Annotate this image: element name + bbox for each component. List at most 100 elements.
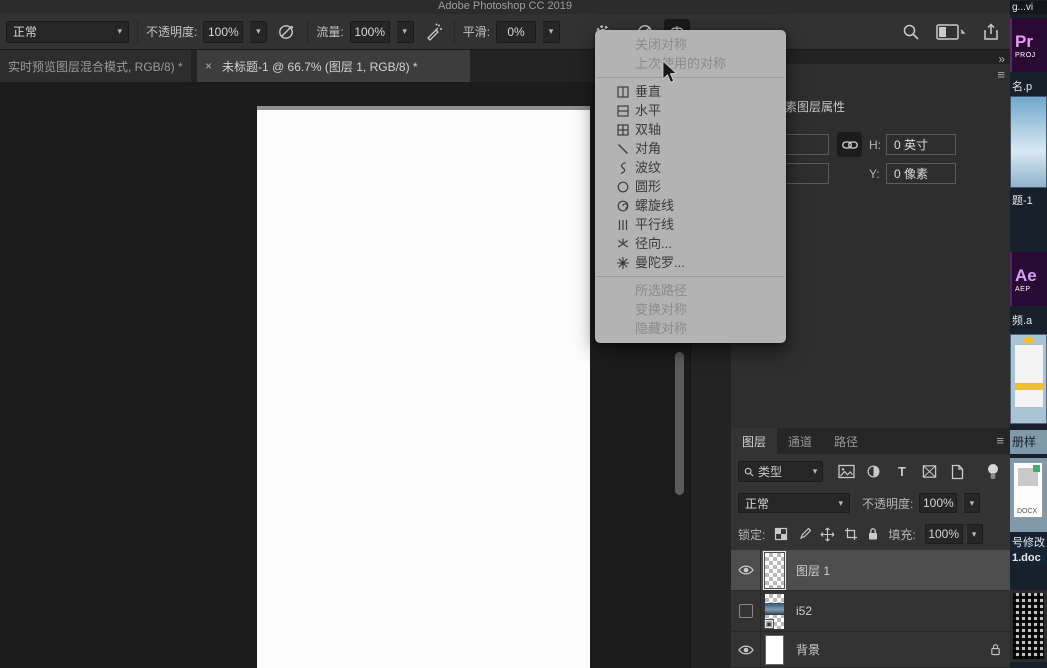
layer-visibility-toggle[interactable] [731,632,761,668]
menu-item-horizontal[interactable]: 水平 [595,101,786,120]
y-field[interactable]: 0 像素 [886,163,956,184]
smoothing-dropdown-button[interactable]: ▾ [542,21,560,43]
layer-blend-mode-select[interactable]: 正常 ▾ [738,493,850,513]
svg-text:T: T [898,464,906,479]
filter-type-layers-button[interactable]: T [891,461,913,482]
menu-item-selected-path: 所选路径 [595,281,786,300]
divider [307,20,308,44]
menu-item-label: 所选路径 [635,283,687,298]
layers-panel-menu-icon[interactable]: ≡ [989,428,1011,454]
flow-label: 流量: [316,23,343,40]
document-tab-label: 未标题-1 @ 66.7% (图层 1, RGB/8) * [222,58,418,75]
layer-fill-input[interactable]: 100% [925,524,963,544]
layers-lock-row: 锁定: 填充: [731,521,1011,547]
menu-item-radial[interactable]: 径向... [595,234,786,253]
workspace-icon [936,24,966,40]
close-icon[interactable]: × [205,59,212,73]
smoothing-input[interactable]: 0% [496,21,536,43]
height-label: H: [869,138,881,152]
layer-thumbnail[interactable]: ▣ [765,594,784,629]
search-icon [744,467,754,477]
brush-options-bar: 正常 ▾ 不透明度: 100% ▾ 流量: 100% ▾ 平滑: [0,14,1010,50]
height-field[interactable]: 0 英寸 [886,134,956,155]
thumbnail-card [1015,345,1043,407]
link-dimensions-button[interactable] [837,132,862,157]
share-button[interactable] [978,19,1004,45]
layer-thumbnail[interactable] [765,635,784,665]
symmetry-mandala-icon [616,256,630,270]
blend-mode-select[interactable]: 正常 ▾ [6,21,129,43]
menu-item-mandala[interactable]: 曼陀罗... [595,253,786,272]
filter-pixel-layers-button[interactable] [835,461,857,482]
filter-shape-layers-button[interactable] [919,461,941,482]
chevron-down-icon: ▾ [402,27,407,36]
menu-item-wavy[interactable]: 波纹 [595,158,786,177]
layer-filter-select[interactable]: 类型 ▾ [738,461,823,482]
layer-opacity-dropdown[interactable]: ▾ [963,493,980,513]
toggle-pin-icon [986,463,1000,481]
layer-row[interactable]: 背景 [731,632,1011,668]
tab-label: 通道 [788,433,812,450]
layer-fill-value: 100% [928,527,959,541]
menu-item-circle[interactable]: 圆形 [595,177,786,196]
lock-position-icon[interactable] [820,527,835,542]
flow-input[interactable]: 100% [350,21,390,43]
blend-mode-value: 正常 [13,23,37,40]
layer-visibility-toggle[interactable] [731,550,761,591]
airbrush-button[interactable] [420,19,446,45]
layer-row[interactable]: ▣ i52 [731,591,1011,632]
menu-item-dual-axis[interactable]: 双轴 [595,120,786,139]
document-canvas[interactable] [257,110,590,668]
menu-item-parallel-lines[interactable]: 平行线 [595,215,786,234]
filter-smart-objects-button[interactable] [946,461,968,482]
canvas-vertical-scrollbar[interactable] [675,352,684,495]
layer-thumbnail[interactable] [765,553,784,588]
filter-toggle-switch[interactable] [982,461,1004,482]
document-tab-label: 实时预览图层混合模式, RGB/8) * [8,58,183,75]
chain-link-icon [842,139,858,151]
layer-visibility-toggle[interactable] [731,591,761,632]
layers-blend-row: 正常 ▾ 不透明度: 100% ▾ [731,490,1011,516]
tab-layers[interactable]: 图层 [731,428,777,454]
menu-item-vertical[interactable]: 垂直 [595,82,786,101]
lock-all-icon[interactable] [867,527,879,541]
tab-label: 路径 [834,433,858,450]
opacity-input[interactable]: 100% [203,21,243,43]
menu-item-label: 径向... [635,236,672,251]
menu-item-label: 双轴 [635,122,661,137]
pr-badge: Pr [1015,32,1033,52]
flow-dropdown-button[interactable]: ▾ [396,21,414,43]
opacity-dropdown-button[interactable]: ▾ [249,21,267,43]
tab-paths[interactable]: 路径 [823,428,869,454]
lock-paint-icon[interactable] [797,527,811,541]
opacity-pressure-button[interactable] [273,19,299,45]
document-tab-inactive[interactable]: 实时预览图层混合模式, RGB/8) * [0,50,191,82]
file-label: 号修改 [1010,536,1047,550]
menu-item-diagonal[interactable]: 对角 [595,139,786,158]
layer-fill-dropdown[interactable]: ▾ [966,524,983,544]
layer-opacity-input[interactable]: 100% [919,493,957,513]
chevron-down-icon: ▾ [117,27,122,36]
after-effects-file-icon: Ae AEP [1010,252,1047,306]
workspace-switcher-button[interactable] [934,19,968,45]
lock-artboard-icon[interactable] [844,527,858,541]
eye-icon [738,644,754,656]
document-tab-active[interactable]: × 未标题-1 @ 66.7% (图层 1, RGB/8) * [197,50,470,82]
layer-name[interactable]: i52 [796,604,812,618]
smoothing-value: 0% [507,25,524,39]
menu-item-label: 平行线 [635,217,674,232]
tab-channels[interactable]: 通道 [777,428,823,454]
layer-name[interactable]: 图层 1 [796,562,830,579]
lock-transparency-icon[interactable] [774,527,788,541]
flow-value: 100% [354,25,385,39]
type-icon: T [895,464,909,479]
docx-badge-dot [1033,465,1040,472]
panel-menu-icon[interactable]: ≡ [997,68,1005,81]
layer-name[interactable]: 背景 [796,641,820,658]
menu-item-spiral[interactable]: 螺旋线 [595,196,786,215]
menu-item-label: 对角 [635,141,661,156]
filter-adjustment-layers-button[interactable] [863,461,885,482]
search-button[interactable] [898,19,924,45]
layer-opacity-label: 不透明度: [862,495,913,512]
layer-row[interactable]: 图层 1 [731,550,1011,591]
